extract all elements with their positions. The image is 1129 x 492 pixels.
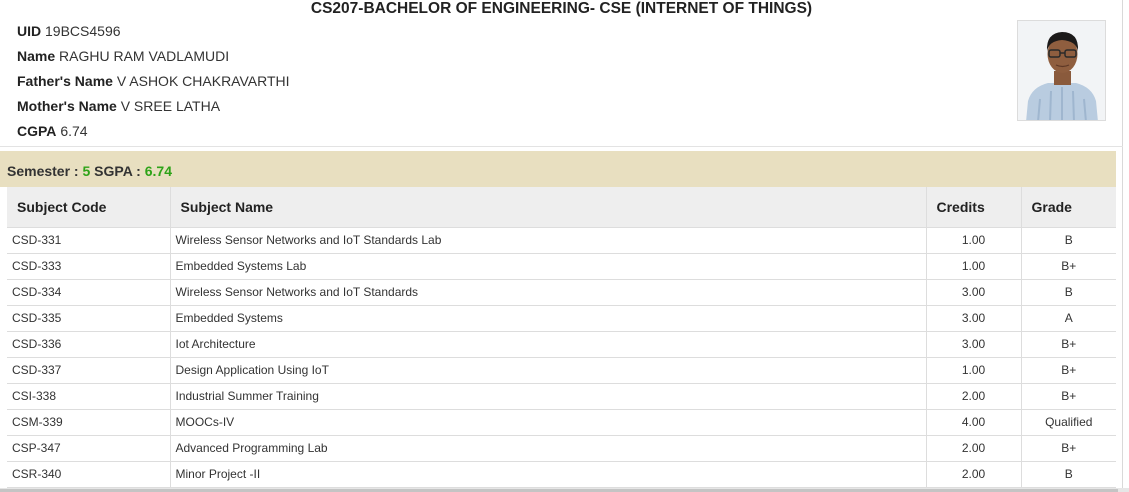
subject-code: CSD-331: [7, 227, 171, 254]
subject-name: Embedded Systems Lab: [170, 253, 927, 280]
program-title: CS207-BACHELOR OF ENGINEERING- CSE (INTE…: [310, 0, 813, 17]
cgpa-value: 6.74: [60, 123, 88, 139]
student-info: UID 19BCS4596 Name RAGHU RAM VADLAMUDI F…: [17, 20, 290, 145]
grade: B: [1021, 227, 1116, 254]
credits: 2.00: [926, 461, 1022, 488]
grade: A: [1021, 305, 1116, 332]
semester-header: Semester : 5 SGPA : 6.74: [0, 151, 1116, 187]
credits: 2.00: [926, 383, 1022, 410]
subject-code: CSM-339: [7, 409, 171, 436]
credits: 3.00: [926, 279, 1022, 306]
subject-name: Design Application Using IoT: [170, 357, 927, 384]
father-name-row: Father's Name V ASHOK CHAKRAVARTHI: [17, 70, 290, 95]
section-divider: [0, 146, 1123, 147]
table-header-row: Subject Code Subject Name Credits Grade: [7, 187, 1116, 228]
mother-name-row: Mother's Name V SREE LATHA: [17, 95, 290, 120]
table-row: CSD-331 Wireless Sensor Networks and IoT…: [7, 227, 1116, 254]
semester-value: 5: [82, 163, 91, 179]
subject-name: Advanced Programming Lab: [170, 435, 927, 462]
table-row: CSR-340 Minor Project -II 2.00 B: [7, 461, 1116, 488]
table-row: CSI-338 Industrial Summer Training 2.00 …: [7, 383, 1116, 410]
uid-label: UID: [17, 23, 42, 39]
header-subject-name: Subject Name: [170, 187, 927, 228]
credits: 3.00: [926, 331, 1022, 358]
header-credits: Credits: [926, 187, 1022, 228]
subject-code: CSD-334: [7, 279, 171, 306]
grade: B: [1021, 279, 1116, 306]
sgpa-label: SGPA :: [94, 163, 141, 179]
sgpa-value: 6.74: [144, 163, 172, 179]
grade: B+: [1021, 331, 1116, 358]
subject-name: Iot Architecture: [170, 331, 927, 358]
cgpa-label: CGPA: [17, 123, 57, 139]
mother-name-value: V SREE LATHA: [120, 98, 221, 114]
subject-name: Embedded Systems: [170, 305, 927, 332]
credits: 2.00: [926, 435, 1022, 462]
student-photo-image: [1018, 21, 1105, 120]
table-row: CSD-333 Embedded Systems Lab 1.00 B+: [7, 253, 1116, 280]
credits: 1.00: [926, 227, 1022, 254]
grade: B+: [1021, 357, 1116, 384]
subject-code: CSP-347: [7, 435, 171, 462]
horizontal-scrollbar[interactable]: [0, 488, 1129, 492]
father-name-value: V ASHOK CHAKRAVARTHI: [116, 73, 290, 89]
table-row: CSP-347 Advanced Programming Lab 2.00 B+: [7, 435, 1116, 462]
grade: B+: [1021, 383, 1116, 410]
name-value: RAGHU RAM VADLAMUDI: [59, 48, 230, 64]
credits: 1.00: [926, 357, 1022, 384]
table-row: CSD-336 Iot Architecture 3.00 B+: [7, 331, 1116, 358]
subject-code: CSD-337: [7, 357, 171, 384]
table-row: CSD-334 Wireless Sensor Networks and IoT…: [7, 279, 1116, 306]
table-row: CSM-339 MOOCs-IV 4.00 Qualified: [7, 409, 1116, 436]
subject-name: Wireless Sensor Networks and IoT Standar…: [170, 227, 927, 254]
subject-code: CSD-333: [7, 253, 171, 280]
credits: 1.00: [926, 253, 1022, 280]
grade: B: [1021, 461, 1116, 488]
subject-code: CSR-340: [7, 461, 171, 488]
table-row: CSD-337 Design Application Using IoT 1.0…: [7, 357, 1116, 384]
name-label: Name: [17, 48, 56, 64]
uid-value: 19BCS4596: [45, 23, 121, 39]
header-grade: Grade: [1021, 187, 1116, 228]
subject-name: MOOCs-IV: [170, 409, 927, 436]
page-right-border: [1122, 0, 1123, 492]
name-row: Name RAGHU RAM VADLAMUDI: [17, 45, 290, 70]
credits: 4.00: [926, 409, 1022, 436]
subject-name: Wireless Sensor Networks and IoT Standar…: [170, 279, 927, 306]
header-subject-code: Subject Code: [7, 187, 171, 228]
mother-name-label: Mother's Name: [17, 98, 117, 114]
subject-code: CSD-336: [7, 331, 171, 358]
subject-name: Minor Project -II: [170, 461, 927, 488]
subject-name: Industrial Summer Training: [170, 383, 927, 410]
uid-row: UID 19BCS4596: [17, 20, 290, 45]
credits: 3.00: [926, 305, 1022, 332]
subject-code: CSD-335: [7, 305, 171, 332]
grade: Qualified: [1021, 409, 1116, 436]
semester-label: Semester :: [7, 163, 79, 179]
student-photo: [1017, 20, 1106, 121]
grades-table: Subject Code Subject Name Credits Grade …: [7, 187, 1116, 488]
father-name-label: Father's Name: [17, 73, 113, 89]
table-row: CSD-335 Embedded Systems 3.00 A: [7, 305, 1116, 332]
subject-code: CSI-338: [7, 383, 171, 410]
cgpa-row: CGPA 6.74: [17, 120, 290, 145]
grade: B+: [1021, 253, 1116, 280]
grade: B+: [1021, 435, 1116, 462]
